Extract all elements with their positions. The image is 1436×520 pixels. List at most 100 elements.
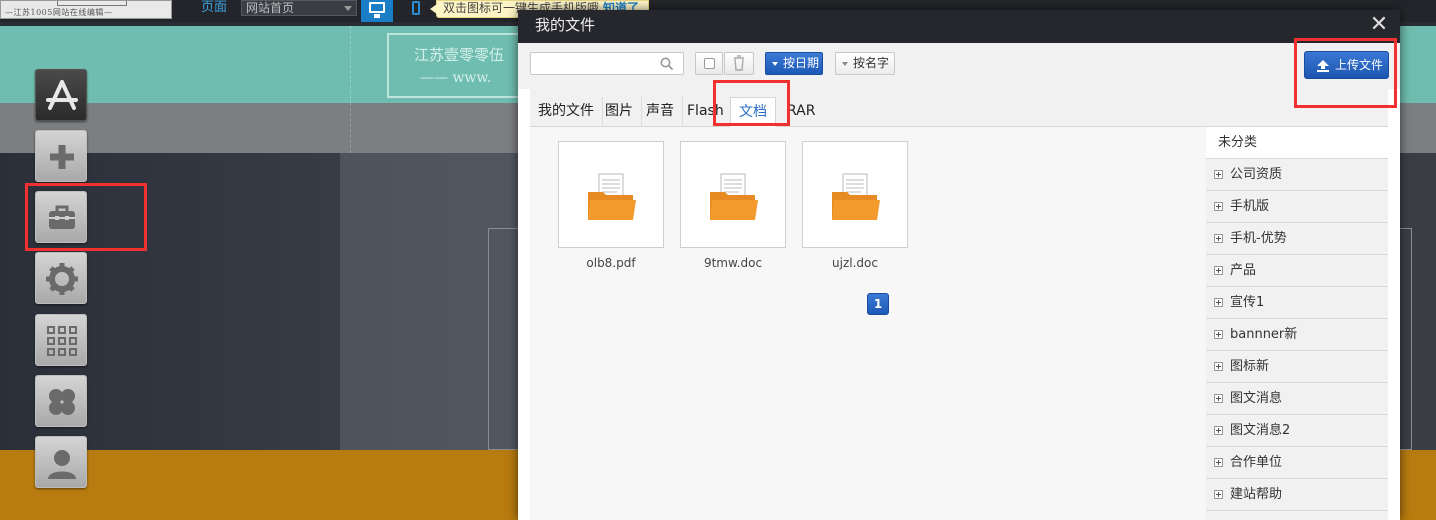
checkbox-icon [704, 58, 715, 69]
sort-by-name-label: 按名字 [853, 56, 890, 70]
dialog-toolbar: 按日期 按名字 上传文件 [518, 43, 1400, 89]
expand-icon[interactable] [1214, 394, 1223, 403]
category-item[interactable]: 公司资质 [1206, 159, 1388, 191]
document-folder-icon [588, 173, 636, 220]
category-label: 合作单位 [1230, 455, 1283, 470]
dialog-title: 我的文件 [535, 16, 596, 34]
file-thumbnail[interactable] [558, 141, 664, 248]
monitor-icon [369, 2, 385, 13]
page-label: 页面 [201, 0, 228, 15]
section-outline-left [488, 228, 520, 450]
category-item[interactable]: 图文消息 [1206, 383, 1388, 415]
upload-icon [1317, 60, 1329, 72]
file-thumbnail[interactable] [680, 141, 786, 248]
tab-flash[interactable]: Flash [679, 97, 733, 127]
app-store-button[interactable] [35, 69, 87, 121]
expand-icon[interactable] [1214, 266, 1223, 275]
category-label: 产品 [1230, 263, 1257, 278]
tab-documents[interactable]: 文档 [730, 97, 776, 127]
sort-by-date-label: 按日期 [783, 56, 820, 70]
category-item[interactable]: bannner新 [1206, 319, 1388, 351]
grid-icon [47, 326, 77, 356]
category-item-uncategorized[interactable]: 未分类 [1206, 127, 1388, 159]
expand-icon[interactable] [1214, 362, 1223, 371]
banner-frame [387, 33, 537, 98]
category-label: 手机-优势 [1230, 231, 1287, 246]
close-button[interactable]: ✕ [1368, 14, 1390, 37]
clover-icon [49, 389, 75, 415]
category-list: 未分类 公司资质 手机版 手机-优势 产品 宣传1 bannner新 图标新 图… [1206, 127, 1388, 520]
desktop-view-button[interactable] [361, 0, 393, 22]
chevron-down-icon [772, 62, 778, 66]
expand-icon[interactable] [1214, 426, 1223, 435]
monitor-stand [374, 14, 380, 18]
tooltip-arrow [430, 4, 437, 14]
section-outline-right [1400, 228, 1412, 450]
category-item[interactable]: 产品 [1206, 255, 1388, 287]
settings-button[interactable] [35, 252, 87, 304]
category-item[interactable]: 建站帮助 [1206, 479, 1388, 511]
logo-text: —江苏1005网站在线编辑— [5, 8, 113, 17]
app-store-icon [46, 80, 78, 110]
page-select-value: 网站首页 [246, 1, 295, 15]
category-label: 图标新 [1230, 359, 1270, 374]
apps-grid-button[interactable] [35, 314, 87, 366]
layout-guide [350, 26, 351, 103]
chevron-down-icon [344, 6, 352, 11]
file-name: ujzl.doc [832, 256, 878, 270]
category-item[interactable]: 宣传1 [1206, 287, 1388, 319]
category-label: 手机版 [1230, 199, 1270, 214]
add-icon [50, 145, 74, 169]
select-all-button[interactable] [695, 52, 723, 75]
modules-button[interactable] [35, 375, 87, 427]
file-manager-dialog: 我的文件 ✕ 按日期 按名字 上传文件 我的文件 图片 声音 Flash 文档 … [518, 10, 1400, 520]
category-item[interactable]: 手机-优势 [1206, 223, 1388, 255]
expand-icon[interactable] [1214, 330, 1223, 339]
upload-file-label: 上传文件 [1335, 58, 1384, 72]
sort-by-date-button[interactable]: 按日期 [765, 52, 823, 75]
category-label: 未分类 [1218, 135, 1258, 150]
page-1-button[interactable]: 1 [867, 293, 889, 315]
tab-rar[interactable]: RAR [779, 97, 823, 127]
category-label: bannner新 [1230, 327, 1298, 342]
document-folder-icon [832, 173, 880, 220]
category-label: 建站帮助 [1230, 487, 1283, 502]
add-button[interactable] [35, 130, 87, 182]
chevron-down-icon [842, 62, 848, 66]
mobile-view-button[interactable] [410, 0, 422, 18]
category-label: 图文消息 [1230, 391, 1283, 406]
search-icon[interactable] [660, 57, 674, 71]
tab-my-files[interactable]: 我的文件 [530, 97, 603, 127]
sort-by-name-button[interactable]: 按名字 [835, 52, 895, 75]
trash-icon [734, 55, 744, 71]
category-item[interactable]: 手机版 [1206, 191, 1388, 223]
dialog-header: 我的文件 ✕ [518, 10, 1400, 43]
file-type-tabs: 我的文件 图片 声音 Flash 文档 RAR [530, 89, 1388, 127]
expand-icon[interactable] [1214, 490, 1223, 499]
file-name: olb8.pdf [586, 256, 636, 270]
toolbox-button[interactable] [35, 191, 87, 243]
upload-file-button[interactable]: 上传文件 [1304, 51, 1389, 79]
gear-icon [46, 263, 78, 295]
document-folder-icon [710, 173, 758, 220]
tab-images[interactable]: 图片 [597, 97, 642, 127]
category-item[interactable]: 合作单位 [1206, 447, 1388, 479]
account-button[interactable] [35, 436, 87, 488]
page-select[interactable]: 网站首页 [241, 0, 357, 16]
expand-icon[interactable] [1214, 202, 1223, 211]
expand-icon[interactable] [1214, 170, 1223, 179]
expand-icon[interactable] [1214, 234, 1223, 243]
category-item[interactable]: 图文消息2 [1206, 415, 1388, 447]
file-name: 9tmw.doc [703, 256, 763, 270]
logo-mark [57, 1, 127, 6]
banner-text: 江苏壹零零伍 [414, 46, 505, 64]
banner-subtext: —— www. [420, 70, 492, 86]
category-label: 宣传1 [1230, 295, 1265, 310]
expand-icon[interactable] [1214, 298, 1223, 307]
category-item[interactable]: 图标新 [1206, 351, 1388, 383]
tab-audio[interactable]: 声音 [638, 97, 683, 127]
file-thumbnail[interactable] [802, 141, 908, 248]
category-label: 图文消息2 [1230, 423, 1291, 438]
expand-icon[interactable] [1214, 458, 1223, 467]
delete-button[interactable] [724, 52, 754, 75]
